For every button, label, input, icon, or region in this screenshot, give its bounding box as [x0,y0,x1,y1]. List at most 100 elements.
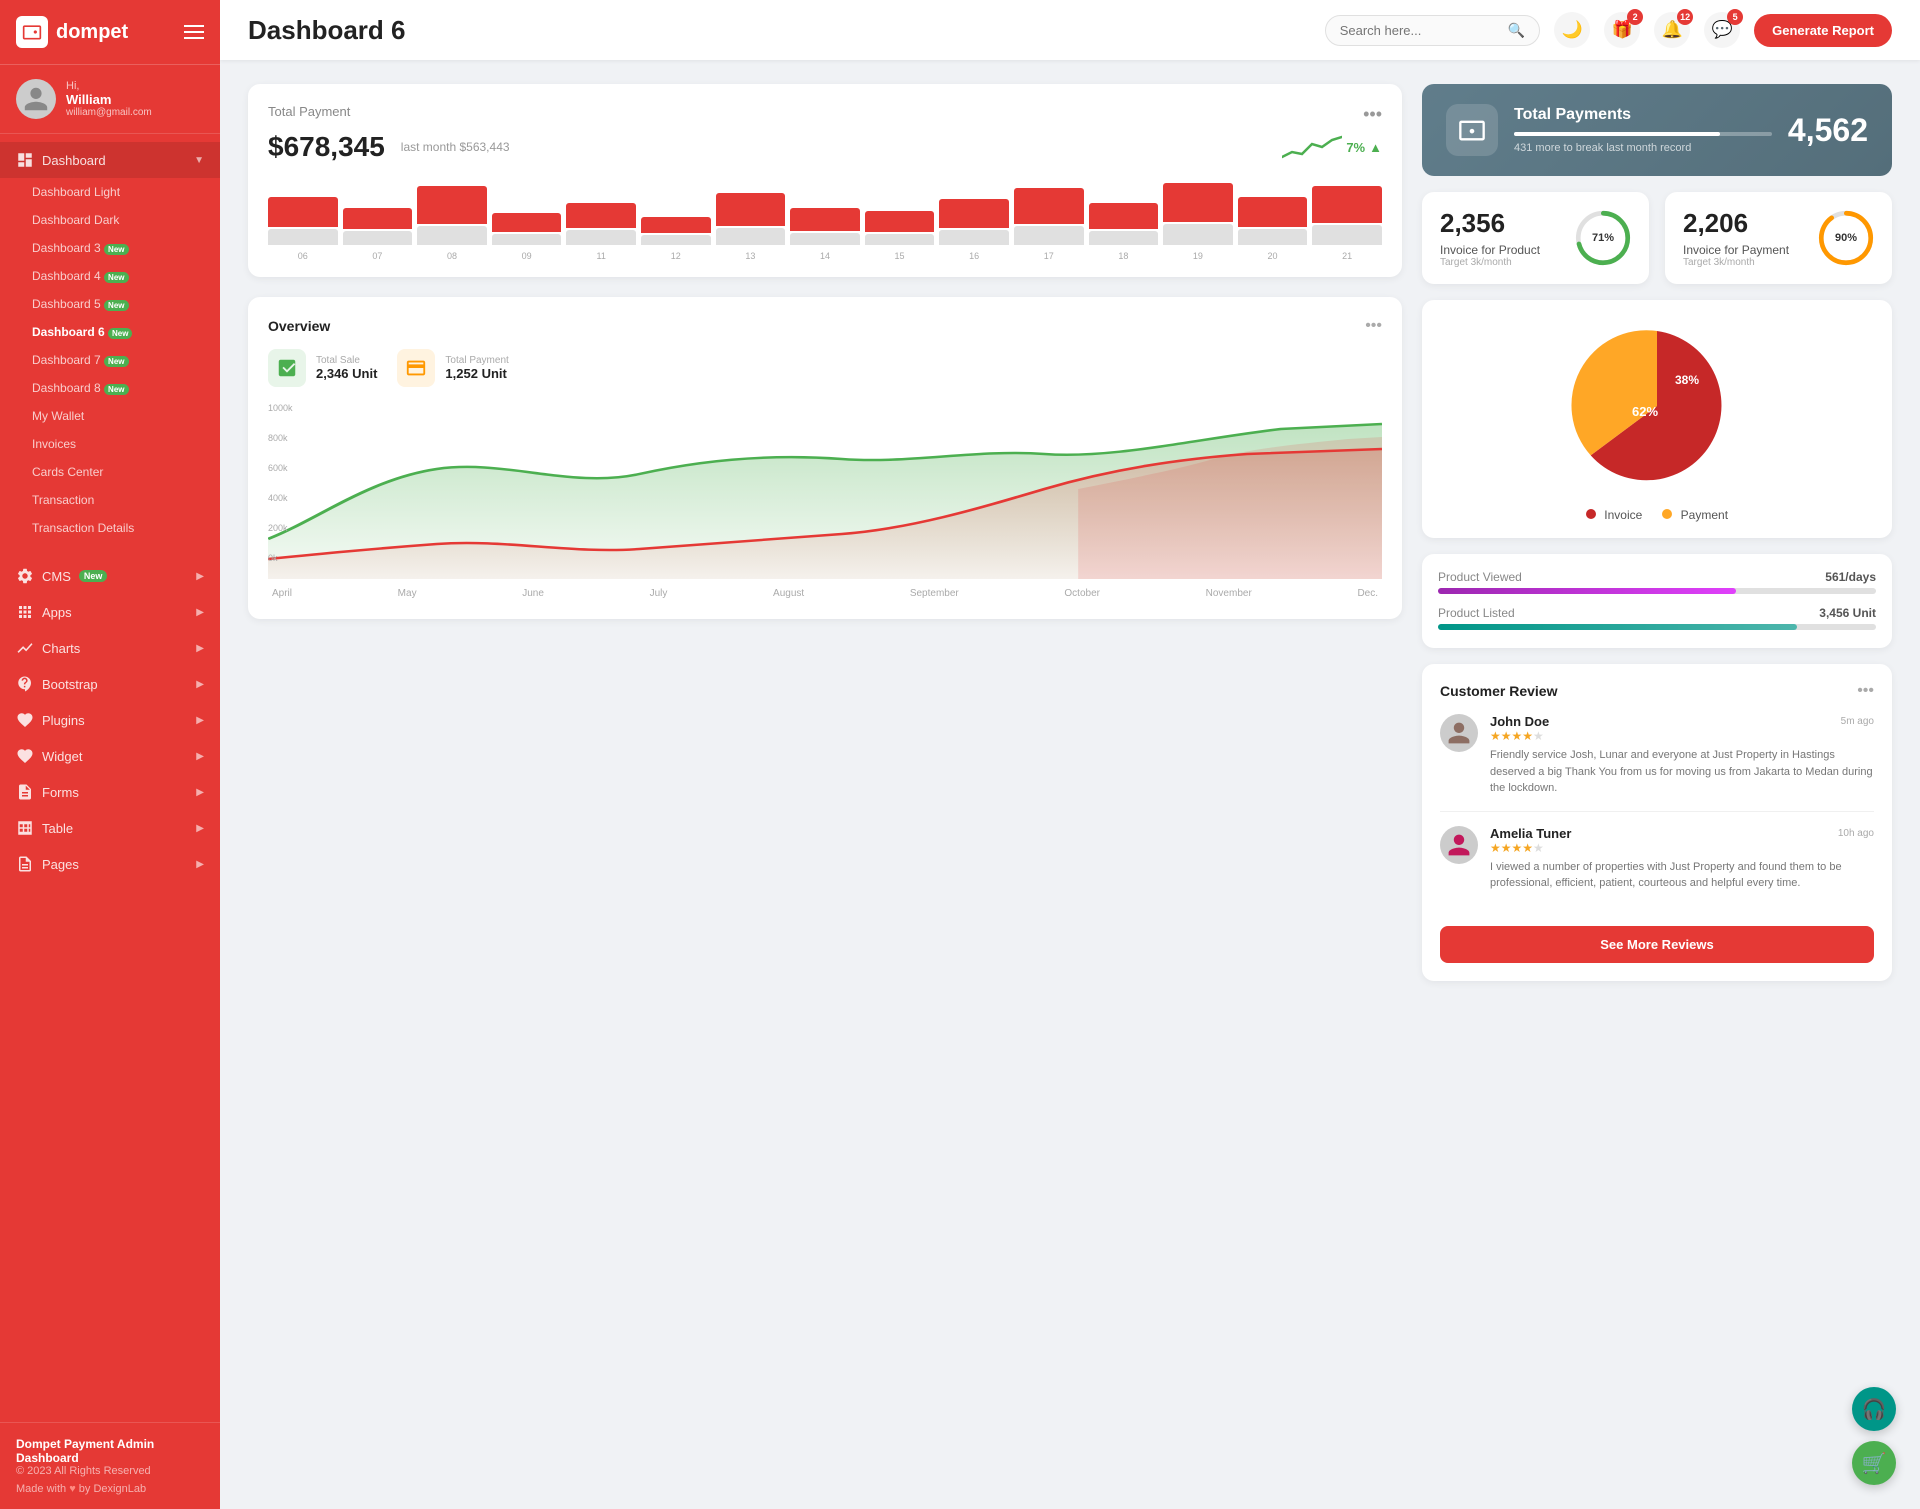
overview-card: Overview ••• Total Sale 2,346 Unit [248,297,1402,619]
float-cart-button[interactable]: 🛒 [1852,1441,1896,1485]
invoice-legend: Invoice [1586,508,1642,522]
search-box[interactable]: 🔍 [1325,15,1540,46]
total-payments-blue-number: 4,562 [1788,112,1868,149]
invoice-product-card: 2,356 Invoice for Product Target 3k/mont… [1422,192,1649,284]
submenu-cards-center[interactable]: Cards Center [0,458,220,486]
red-bar [939,199,1009,227]
sidebar-item-table[interactable]: Table ▶ [0,810,220,846]
sidebar-item-apps[interactable]: Apps ▶ [0,594,220,630]
float-support-button[interactable]: 🎧 [1852,1387,1896,1431]
bell-notification-button[interactable]: 🔔 12 [1654,12,1690,48]
floating-buttons: 🎧 🛒 [1852,1387,1896,1485]
total-payments-bar-fill [1514,132,1720,136]
sidebar-item-plugins[interactable]: Plugins ▶ [0,702,220,738]
bar-group [939,199,1009,245]
red-bar [417,186,487,224]
total-payment-more[interactable]: ••• [1363,104,1382,125]
heart-icon: ♥ [69,1483,76,1495]
generate-report-button[interactable]: Generate Report [1754,14,1892,47]
grey-bar [1312,225,1382,245]
search-input[interactable] [1340,23,1500,38]
submenu-my-wallet[interactable]: My Wallet [0,402,220,430]
message-notification-button[interactable]: 💬 5 [1704,12,1740,48]
submenu-dashboard-light[interactable]: Dashboard Light [0,178,220,206]
headphone-icon: 🎧 [1862,1397,1887,1422]
submenu-dashboard-3[interactable]: Dashboard 3 New [0,234,220,262]
area-chart [268,399,1382,579]
bar-group [1089,203,1159,245]
grey-bar [1014,226,1084,245]
submenu-transaction[interactable]: Transaction [0,486,220,514]
red-bar [343,208,413,230]
dark-mode-button[interactable]: 🌙 [1554,12,1590,48]
total-payment-ov-icon [397,349,435,387]
bar-label-text: 08 [417,251,487,261]
bar-label-text: 19 [1163,251,1233,261]
invoice-payment-donut: 90% [1818,210,1874,266]
sidebar-item-dashboard[interactable]: Dashboard ▼ [0,142,220,178]
invoice-payment-card: 2,206 Invoice for Payment Target 3k/mont… [1665,192,1892,284]
bar-label-text: 17 [1014,251,1084,261]
sidebar-item-forms[interactable]: Forms ▶ [0,774,220,810]
sidebar-item-pages[interactable]: Pages ▶ [0,846,220,882]
svg-text:62%: 62% [1632,404,1658,419]
product-listed-title: Product Listed [1438,606,1515,620]
sidebar-item-widget[interactable]: Widget ▶ [0,738,220,774]
user-section: Hi, William william@gmail.com [0,65,220,134]
bar-label-text: 07 [343,251,413,261]
submenu-dashboard-4[interactable]: Dashboard 4 New [0,262,220,290]
total-payment-ov-label: Total Payment [445,355,508,366]
review-more[interactable]: ••• [1857,682,1874,700]
charts-icon [16,639,34,657]
sidebar-item-bootstrap[interactable]: Bootstrap ▶ [0,666,220,702]
total-payments-blue-card: Total Payments 431 more to break last mo… [1422,84,1892,176]
review-title: Customer Review [1440,683,1557,699]
invoice-row: 2,356 Invoice for Product Target 3k/mont… [1422,192,1892,284]
cms-badge: New [79,570,108,582]
pie-legend: Invoice Payment [1586,508,1728,522]
red-bar [1089,203,1159,229]
red-bar [790,208,860,231]
bar-group [1014,188,1084,245]
submenu-dashboard-8[interactable]: Dashboard 8 New [0,374,220,402]
nav-section-dashboard: Dashboard ▼ Dashboard Light Dashboard Da… [0,134,220,550]
page-title: Dashboard 6 [248,15,406,46]
overview-more[interactable]: ••• [1365,317,1382,335]
invoice-payment-pct: 90% [1835,232,1857,244]
right-column: Total Payments 431 more to break last mo… [1422,84,1892,981]
product-listed-bar-fill [1438,624,1797,630]
total-payment-trend: 7% ▲ [1282,132,1382,162]
moon-icon: 🌙 [1562,20,1583,40]
submenu-transaction-details[interactable]: Transaction Details [0,514,220,542]
wallet-blue-icon [1458,116,1486,144]
payment-legend: Payment [1662,508,1728,522]
product-viewed-bar [1438,588,1876,594]
payment-legend-label: Payment [1681,508,1728,522]
submenu-invoices[interactable]: Invoices [0,430,220,458]
submenu-dashboard-5[interactable]: Dashboard 5 New [0,290,220,318]
logo-area: dompet [16,16,128,48]
total-payments-blue-sub: 431 more to break last month record [1514,142,1772,154]
reviewer-2-stars: ★★★★★ [1490,841,1874,855]
red-bar [641,217,711,233]
hamburger-button[interactable] [184,25,204,39]
see-more-reviews-button[interactable]: See More Reviews [1440,926,1874,963]
wallet-icon [22,22,42,42]
grey-bar [566,230,636,245]
reviewer-2-avatar-icon [1446,832,1472,858]
submenu-dashboard-6[interactable]: Dashboard 6 New [0,318,220,346]
submenu-dashboard-7[interactable]: Dashboard 7 New [0,346,220,374]
sidebar-item-cms[interactable]: CMS New ▶ [0,558,220,594]
footer-copy: © 2023 All Rights Reserved [16,1465,204,1477]
invoice-product-donut: 71% [1575,210,1631,266]
gift-notification-button[interactable]: 🎁 2 [1604,12,1640,48]
submenu-dashboard-dark[interactable]: Dashboard Dark [0,206,220,234]
bar-group [716,193,786,245]
review-item-1: John Doe 5m ago ★★★★★ Friendly service J… [1440,714,1874,812]
total-payments-blue-title: Total Payments [1514,106,1772,124]
nav-section-main: CMS New ▶ Apps ▶ Charts ▶ Bootstrap ▶ [0,550,220,890]
apps-label: Apps [42,605,72,620]
invoice-product-target: Target 3k/month [1440,257,1540,268]
reviewer-2-text: I viewed a number of properties with Jus… [1490,859,1874,892]
sidebar-item-charts[interactable]: Charts ▶ [0,630,220,666]
